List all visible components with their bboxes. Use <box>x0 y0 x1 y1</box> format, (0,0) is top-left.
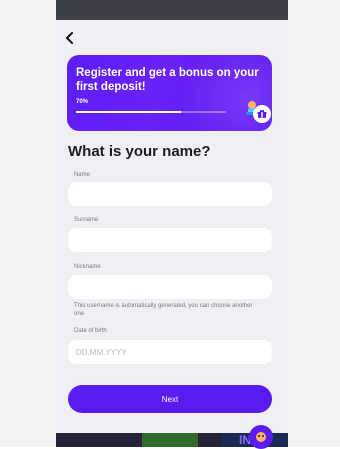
dob-placeholder: DD.MM.YYYY <box>76 347 127 357</box>
progress-percent: 70% <box>76 99 89 105</box>
page-title: What is your name? <box>68 143 211 160</box>
nickname-hint: This username is automatically generated… <box>74 303 253 317</box>
back-button[interactable] <box>60 28 80 48</box>
surname-input[interactable] <box>68 228 272 252</box>
top-bar <box>56 0 288 20</box>
promo-thumbnail <box>142 433 198 447</box>
name-input[interactable] <box>68 182 272 206</box>
page-background-right <box>288 0 340 447</box>
next-button[interactable]: Next <box>68 385 272 413</box>
banner-title: Register and get a bonus on your first d… <box>76 67 259 93</box>
progress-bar <box>76 111 226 113</box>
nickname-input[interactable] <box>68 275 272 299</box>
bonus-banner: Register and get a bonus on your first d… <box>67 55 272 131</box>
dob-label: Date of birth <box>74 328 107 334</box>
chat-button[interactable] <box>249 425 273 449</box>
name-label: Name <box>74 172 91 178</box>
registration-screen: Register and get a bonus on your first d… <box>56 0 288 447</box>
chevron-left-icon <box>66 32 73 44</box>
surname-label: Surname <box>74 217 99 223</box>
gift-button[interactable] <box>253 105 271 123</box>
page-background-left <box>0 0 56 447</box>
dob-input[interactable]: DD.MM.YYYY <box>68 340 272 364</box>
progress-fill <box>76 111 181 113</box>
gift-icon <box>257 110 267 118</box>
chat-icon <box>256 432 266 442</box>
nickname-label: Nickname <box>74 264 101 270</box>
